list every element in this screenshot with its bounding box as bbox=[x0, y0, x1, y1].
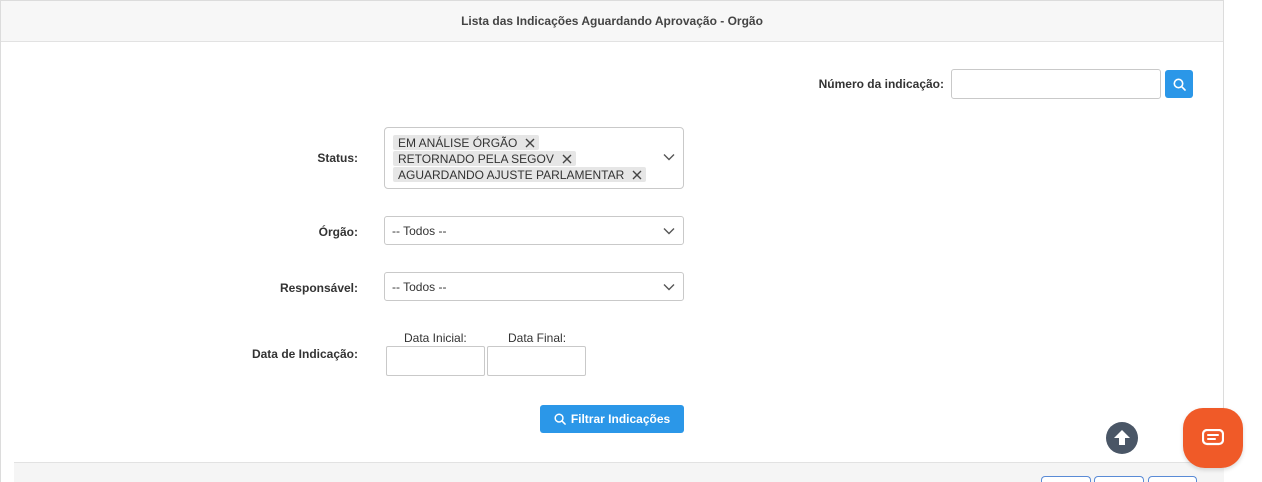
page-title: Lista das Indicações Aguardando Aprovaçã… bbox=[461, 14, 763, 28]
arrow-up-icon bbox=[1114, 430, 1130, 445]
chevron-down-icon[interactable] bbox=[663, 153, 675, 161]
orgao-label: Órgão: bbox=[318, 225, 358, 239]
orgao-select[interactable]: -- Todos -- bbox=[384, 216, 684, 245]
data-final-input[interactable] bbox=[487, 346, 586, 376]
chevron-down-icon bbox=[663, 228, 675, 235]
data-inicial-input[interactable] bbox=[386, 346, 485, 376]
panel-header: Lista das Indicações Aguardando Aprovaçã… bbox=[1, 1, 1223, 42]
data-inicial-label: Data Inicial: bbox=[404, 331, 467, 345]
remove-tag-button[interactable] bbox=[632, 170, 642, 180]
toolbar-button[interactable] bbox=[1041, 476, 1091, 482]
responsavel-select[interactable]: -- Todos -- bbox=[384, 272, 684, 301]
status-multiselect[interactable]: EM ANÁLISE ÓRGÃO RETORNADO PELA SEGOV AG… bbox=[384, 127, 684, 189]
toolbar-button[interactable] bbox=[1148, 476, 1197, 482]
status-tag: EM ANÁLISE ÓRGÃO bbox=[393, 135, 540, 150]
data-indicacao-label: Data de Indicação: bbox=[251, 347, 358, 361]
numero-indicacao-input[interactable] bbox=[951, 69, 1161, 99]
status-tag-label: EM ANÁLISE ÓRGÃO bbox=[398, 135, 518, 150]
close-icon bbox=[632, 170, 642, 179]
numero-indicacao-label: Número da indicação: bbox=[818, 77, 944, 91]
data-final-label: Data Final: bbox=[508, 331, 567, 345]
search-button[interactable] bbox=[1165, 70, 1193, 98]
status-tag: AGUARDANDO AJUSTE PARLAMENTAR bbox=[393, 167, 647, 182]
filtrar-indicacoes-button[interactable]: Filtrar Indicações bbox=[540, 405, 684, 433]
close-icon bbox=[525, 138, 535, 147]
status-tag: RETORNADO PELA SEGOV bbox=[393, 151, 576, 166]
search-icon bbox=[1173, 78, 1186, 91]
remove-tag-button[interactable] bbox=[525, 138, 535, 148]
responsavel-label: Responsável: bbox=[279, 281, 358, 295]
chevron-down-icon bbox=[663, 284, 675, 291]
remove-tag-button[interactable] bbox=[562, 154, 572, 164]
scroll-to-top-button[interactable] bbox=[1106, 422, 1138, 454]
status-label: Status: bbox=[317, 151, 358, 165]
status-tag-label: RETORNADO PELA SEGOV bbox=[398, 151, 554, 166]
filtrar-indicacoes-label: Filtrar Indicações bbox=[570, 412, 671, 426]
orgao-selected-value: -- Todos -- bbox=[392, 224, 447, 238]
toolbar-button[interactable] bbox=[1094, 476, 1144, 482]
search-icon bbox=[554, 413, 566, 425]
close-icon bbox=[562, 154, 572, 163]
responsavel-selected-value: -- Todos -- bbox=[392, 280, 447, 294]
status-tag-label: AGUARDANDO AJUSTE PARLAMENTAR bbox=[398, 167, 625, 182]
chat-button[interactable] bbox=[1183, 408, 1243, 468]
chat-icon bbox=[1202, 429, 1224, 446]
